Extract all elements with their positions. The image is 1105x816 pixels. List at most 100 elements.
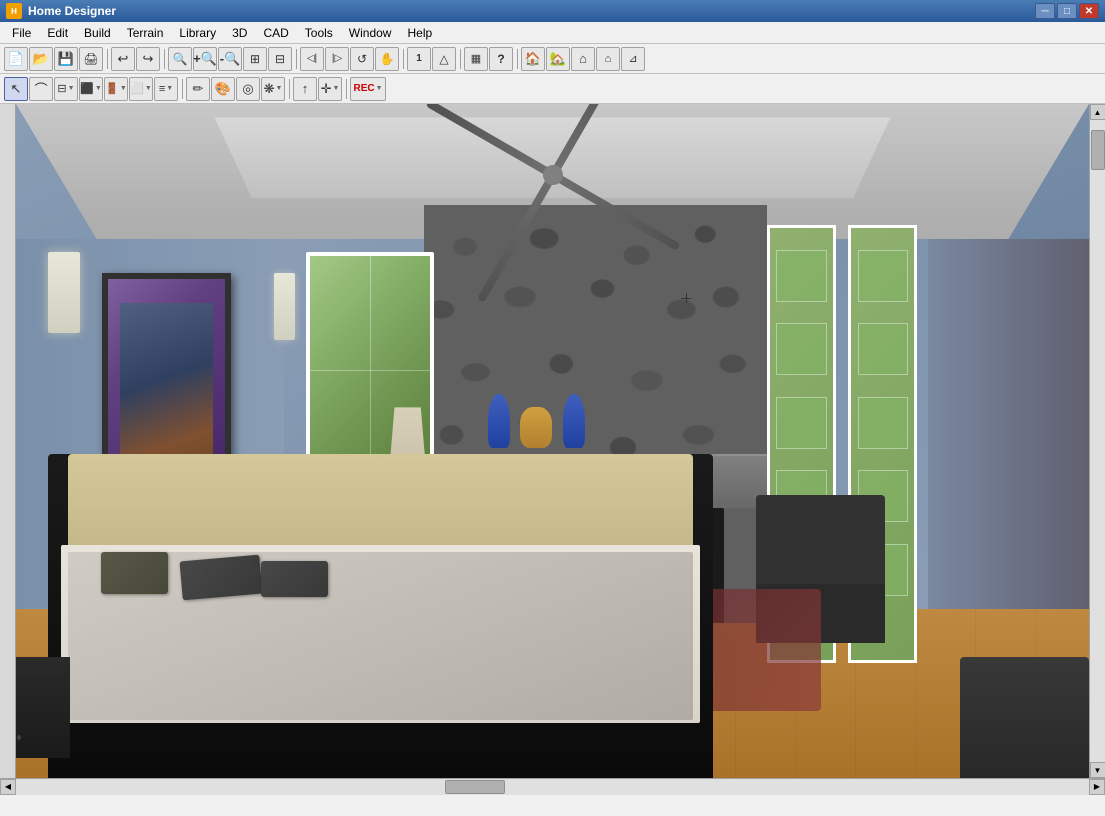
hscroll-thumb[interactable] bbox=[445, 780, 505, 794]
wall-tool-button[interactable]: ⊟ ▼ bbox=[54, 77, 78, 101]
maximize-button[interactable]: □ bbox=[1057, 3, 1077, 19]
roof1-button[interactable]: ⌂ bbox=[596, 47, 620, 71]
open-icon: 📂 bbox=[33, 51, 49, 67]
curve-tool-button[interactable]: ⌒ bbox=[29, 77, 53, 101]
print-button[interactable]: 🖨 bbox=[79, 47, 103, 71]
menu-item-help[interactable]: Help bbox=[399, 22, 440, 44]
corner-chair bbox=[960, 657, 1089, 778]
transform-button[interactable]: ✛ ▼ bbox=[318, 77, 342, 101]
door-tool-button[interactable]: 🚪 ▼ bbox=[104, 77, 128, 101]
hand-button[interactable]: ✋ bbox=[375, 47, 399, 71]
view-left-icon: ◁| bbox=[307, 53, 317, 64]
roof2-button[interactable]: ⊿ bbox=[621, 47, 645, 71]
menu-item-build[interactable]: Build bbox=[76, 22, 119, 44]
roof2-icon: ⊿ bbox=[628, 52, 637, 65]
number-button[interactable]: 1 bbox=[407, 47, 431, 71]
select-icon: ↖ bbox=[11, 81, 22, 97]
fit-all-button[interactable]: ⊟ bbox=[268, 47, 292, 71]
number-icon: 1 bbox=[416, 53, 422, 64]
scroll-track[interactable] bbox=[1090, 120, 1105, 762]
menu-item-3d[interactable]: 3D bbox=[224, 22, 255, 44]
fan-body bbox=[543, 165, 563, 185]
pillow-2 bbox=[261, 561, 328, 597]
house-ext-icon: 🏠 bbox=[525, 51, 541, 67]
menu-item-terrain[interactable]: Terrain bbox=[119, 22, 172, 44]
house-int-button[interactable]: 🏡 bbox=[546, 47, 570, 71]
view-right-button[interactable]: |▷ bbox=[325, 47, 349, 71]
rec-button[interactable]: REC ▼ bbox=[350, 77, 386, 101]
save-button[interactable]: 💾 bbox=[54, 47, 78, 71]
open-button[interactable]: 📂 bbox=[29, 47, 53, 71]
checkerboard-button[interactable]: ▦ bbox=[464, 47, 488, 71]
menu-item-tools[interactable]: Tools bbox=[297, 22, 341, 44]
up-arrow-icon: ↑ bbox=[302, 81, 309, 96]
view-left-button[interactable]: ◁| bbox=[300, 47, 324, 71]
window-tool-button[interactable]: ⬜ ▼ bbox=[129, 77, 153, 101]
curve-tool-icon: ⌒ bbox=[34, 79, 47, 98]
gradient-tool-button[interactable]: 🎨 bbox=[211, 77, 235, 101]
transform-arrow: ▼ bbox=[332, 85, 339, 92]
separator-1 bbox=[104, 47, 110, 71]
house-ext-button[interactable]: 🏠 bbox=[521, 47, 545, 71]
separator-8 bbox=[286, 77, 292, 101]
canvas-area[interactable]: ▲ ▼ bbox=[16, 104, 1105, 778]
main-area: ▲ ▼ bbox=[0, 104, 1105, 778]
fit-window-button[interactable]: ⊞ bbox=[243, 47, 267, 71]
up-arrow-button[interactable]: ↑ bbox=[293, 77, 317, 101]
menu-item-file[interactable]: File bbox=[4, 22, 39, 44]
minimize-button[interactable]: ─ bbox=[1035, 3, 1055, 19]
zoom-in-button[interactable]: +🔍 bbox=[193, 47, 217, 71]
arrow-up2-button[interactable]: △ bbox=[432, 47, 456, 71]
select-button[interactable]: ↖ bbox=[4, 77, 28, 101]
vase-blue-left bbox=[488, 394, 509, 448]
zoom-magnifier-button[interactable]: 🔍 bbox=[168, 47, 192, 71]
help-q-button[interactable]: ? bbox=[489, 47, 513, 71]
scroll-left-arrow[interactable]: ◀ bbox=[0, 779, 16, 795]
close-button[interactable]: ✕ bbox=[1079, 3, 1099, 19]
roof1-icon: ⌂ bbox=[605, 53, 612, 65]
paint-tool-button[interactable]: ✏ bbox=[186, 77, 210, 101]
zoom-in-icon: +🔍 bbox=[193, 51, 217, 67]
checkerboard-icon: ▦ bbox=[471, 52, 481, 65]
pattern-tool-icon: ◎ bbox=[242, 81, 253, 97]
undo-button[interactable]: ↩ bbox=[111, 47, 135, 71]
menu-item-edit[interactable]: Edit bbox=[39, 22, 76, 44]
stair-tool-button[interactable]: ≡ ▼ bbox=[154, 77, 178, 101]
wall-right bbox=[928, 239, 1089, 610]
room-tool-icon: ⬛ bbox=[80, 82, 94, 95]
room-tool-button[interactable]: ⬛ ▼ bbox=[79, 77, 103, 101]
pillow-3 bbox=[101, 552, 168, 594]
menu-item-window[interactable]: Window bbox=[341, 22, 400, 44]
horizontal-scrollbar: ◀ ▶ bbox=[0, 778, 1105, 794]
pattern-tool-button[interactable]: ◎ bbox=[236, 77, 260, 101]
scroll-up-arrow[interactable]: ▲ bbox=[1090, 104, 1105, 120]
hand-icon: ✋ bbox=[380, 52, 395, 66]
zoom-out-button[interactable]: -🔍 bbox=[218, 47, 242, 71]
print-icon: 🖨 bbox=[83, 52, 98, 66]
vase-gold-center bbox=[520, 407, 552, 447]
scroll-down-arrow[interactable]: ▼ bbox=[1090, 762, 1105, 778]
texture-tool-button[interactable]: ❋ ▼ bbox=[261, 77, 285, 101]
house-int-icon: 🏡 bbox=[550, 51, 566, 67]
door-tool-icon: 🚪 bbox=[105, 82, 119, 95]
stairs-button[interactable]: ⌂ bbox=[571, 47, 595, 71]
armchair-back bbox=[756, 495, 885, 584]
rotate-button[interactable]: ↺ bbox=[350, 47, 374, 71]
menu-item-library[interactable]: Library bbox=[171, 22, 224, 44]
bed-frame bbox=[48, 454, 713, 778]
pillow-1 bbox=[180, 555, 263, 601]
toolbar-primary: 📄 📂 💾 🖨 ↩ ↪ 🔍 +🔍 -🔍 ⊞ ⊟ ◁| |▷ ↺ ✋ bbox=[0, 44, 1105, 74]
undo-icon: ↩ bbox=[118, 51, 129, 67]
hscroll-track[interactable] bbox=[16, 779, 1089, 795]
redo-icon: ↪ bbox=[143, 51, 154, 67]
3d-room-render bbox=[16, 104, 1089, 778]
new-icon: 📄 bbox=[8, 51, 24, 67]
new-button[interactable]: 📄 bbox=[4, 47, 28, 71]
scroll-right-arrow[interactable]: ▶ bbox=[1089, 779, 1105, 795]
headboard bbox=[68, 454, 693, 551]
menu-item-cad[interactable]: CAD bbox=[255, 22, 296, 44]
redo-button[interactable]: ↪ bbox=[136, 47, 160, 71]
nightstand bbox=[16, 657, 70, 758]
scroll-thumb[interactable] bbox=[1091, 130, 1105, 170]
room-tool-arrow: ▼ bbox=[95, 85, 102, 92]
